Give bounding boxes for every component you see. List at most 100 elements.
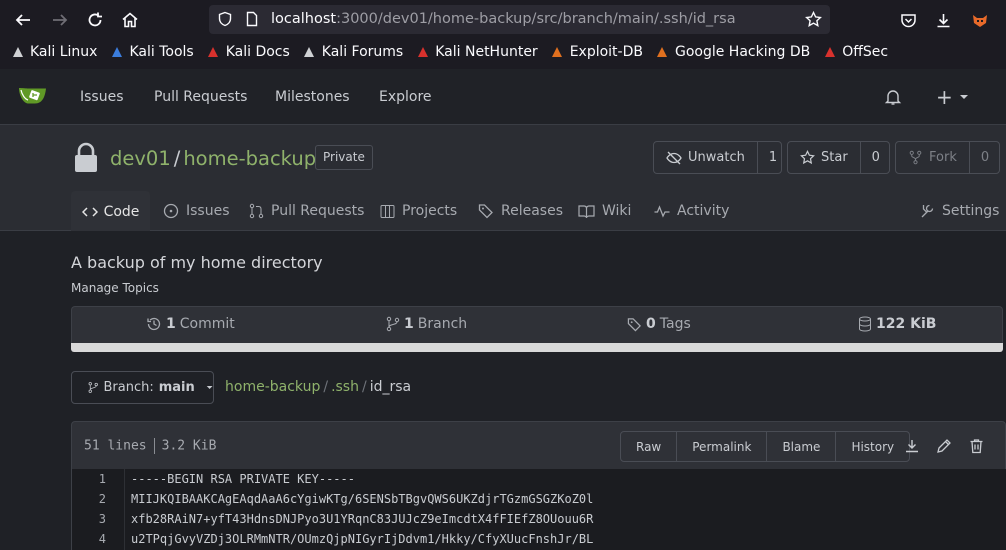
reload-icon [88, 12, 102, 27]
language-stats-bar[interactable] [71, 343, 1003, 352]
nav-issues[interactable]: Issues [80, 89, 124, 105]
code-line: 2 MIIJKQIBAAKCAgEAqdAaA6cYgiwKTg/6SENSbTB… [72, 489, 1006, 509]
bookmark-item[interactable]: Kali Tools [109, 44, 194, 60]
tab-wiki-label: Wiki [602, 203, 632, 219]
notifications-button[interactable] [884, 88, 902, 106]
url-text[interactable]: localhost:3000/dev01/home-backup/src/bra… [271, 11, 736, 27]
repo-owner-link[interactable]: dev01 [110, 147, 171, 170]
commits-stat[interactable]: 1 Commit [146, 316, 235, 332]
watch-button-group: Unwatch 1 [653, 141, 782, 174]
bookmark-item[interactable]: Kali Docs [206, 44, 290, 60]
line-number[interactable]: 3 [72, 509, 106, 529]
tags-stat[interactable]: 0 Tags [627, 316, 691, 332]
tab-issues[interactable]: Issues [163, 203, 230, 219]
issue-icon [163, 203, 179, 219]
raw-button[interactable]: Raw [621, 432, 676, 461]
downloads-button[interactable] [930, 7, 956, 33]
bookmark-item[interactable]: OffSec [822, 44, 888, 60]
tab-releases[interactable]: Releases [478, 203, 563, 219]
branch-icon [88, 382, 98, 393]
unwatch-button[interactable]: Unwatch [654, 142, 757, 173]
star-button[interactable]: Star [788, 142, 860, 173]
bookmark-item[interactable]: Exploit-DB [550, 44, 643, 60]
delete-file-button[interactable] [969, 438, 984, 454]
home-icon [122, 12, 138, 28]
fork-count[interactable]: 0 [968, 142, 1000, 173]
book-icon [578, 204, 595, 218]
bookmark-label: Kali NetHunter [435, 44, 538, 60]
page-icon[interactable] [244, 11, 260, 27]
commits-count: 1 [166, 316, 176, 332]
blame-button[interactable]: Blame [766, 432, 835, 461]
plus-icon: + [936, 85, 953, 109]
manage-topics-link[interactable]: Manage Topics [71, 281, 159, 295]
line-number[interactable]: 4 [72, 529, 106, 549]
gitea-logo[interactable] [18, 83, 48, 109]
line-number[interactable]: 2 [72, 489, 106, 509]
tab-releases-label: Releases [501, 203, 563, 219]
line-number[interactable]: 1 [72, 469, 106, 489]
pulse-icon [654, 205, 670, 218]
bookmark-item[interactable]: Kali NetHunter [415, 44, 538, 60]
tab-activity[interactable]: Activity [654, 203, 729, 219]
bookmark-label: Google Hacking DB [674, 44, 811, 60]
history-button[interactable]: History [835, 432, 909, 461]
tab-projects-label: Projects [402, 203, 458, 219]
branch-selector[interactable]: Branch: main [71, 371, 214, 404]
tab-code[interactable]: Code [71, 191, 150, 232]
forward-button[interactable] [47, 7, 73, 33]
reload-button[interactable] [82, 7, 108, 33]
repo-title-separator: / [173, 147, 181, 170]
nav-milestones[interactable]: Milestones [275, 89, 350, 105]
tags-label: Tags [659, 316, 691, 332]
size-stat: 122 KiB [858, 316, 936, 332]
repo-name-link[interactable]: home-backup [183, 147, 316, 170]
shield-icon[interactable] [217, 11, 233, 27]
line-content: -----BEGIN RSA PRIVATE KEY----- [131, 472, 355, 486]
fork-icon [909, 150, 922, 165]
code-line: 4 u2TPqjGvyVZDj3OLRMmNTR/OUmzQjpNIGyrIjDd… [72, 529, 1006, 549]
url-bar[interactable]: localhost:3000/dev01/home-backup/src/bra… [209, 5, 830, 34]
fork-button[interactable]: Fork [896, 142, 969, 173]
breadcrumb-repo[interactable]: home-backup [225, 379, 320, 395]
branches-stat[interactable]: 1 Branch [386, 316, 467, 332]
create-menu[interactable]: + [936, 85, 969, 109]
repo-title: dev01/home-backup [110, 147, 316, 170]
kali-tools-icon [109, 45, 124, 60]
watch-count[interactable]: 1 [756, 142, 788, 173]
bookmark-label: OffSec [842, 44, 889, 60]
permalink-button[interactable]: Permalink [676, 432, 766, 461]
breadcrumb-folder[interactable]: .ssh [331, 379, 359, 395]
bookmark-item[interactable]: Kali Linux [10, 44, 97, 60]
pocket-button[interactable] [895, 7, 921, 33]
nav-pull-requests[interactable]: Pull Requests [154, 89, 247, 105]
file-action-buttons: Raw Permalink Blame History [620, 431, 911, 462]
info-divider [153, 438, 155, 454]
browser-chrome: localhost:3000/dev01/home-backup/src/bra… [0, 0, 1006, 69]
download-file-button[interactable] [904, 438, 920, 454]
pull-request-icon [249, 203, 264, 219]
url-path: :3000/dev01/home-backup/src/branch/main/… [336, 11, 736, 27]
home-button[interactable] [117, 7, 143, 33]
bookmark-item[interactable]: Kali Forums [302, 44, 403, 60]
bookmark-item[interactable]: Google Hacking DB [655, 44, 810, 60]
code-view: 1 -----BEGIN RSA PRIVATE KEY----- 2 MIIJKQI… [71, 469, 1006, 550]
bookmark-star-icon[interactable] [805, 11, 822, 28]
tab-settings[interactable]: Settings [920, 203, 999, 219]
tab-wiki[interactable]: Wiki [578, 203, 631, 219]
edit-file-button[interactable] [936, 438, 952, 454]
star-count[interactable]: 0 [859, 142, 891, 173]
back-button[interactable] [10, 7, 36, 33]
kali-docs-icon [206, 45, 221, 60]
caret-down-icon [959, 95, 968, 99]
tab-settings-label: Settings [942, 203, 1000, 219]
extension-button[interactable] [967, 7, 993, 33]
tab-pull-requests[interactable]: Pull Requests [249, 203, 364, 219]
nav-explore[interactable]: Explore [379, 89, 432, 105]
bookmark-label: Kali Forums [321, 44, 404, 60]
file-size: 3.2 KiB [161, 438, 217, 454]
tab-projects[interactable]: Projects [380, 203, 457, 219]
nethunter-icon [415, 45, 430, 60]
code-line: 3 xfb28RAiN7+yfT43HdnsDNJPyo3U1YRqnC83JUJ… [72, 509, 1006, 529]
offsec-icon [822, 45, 837, 60]
